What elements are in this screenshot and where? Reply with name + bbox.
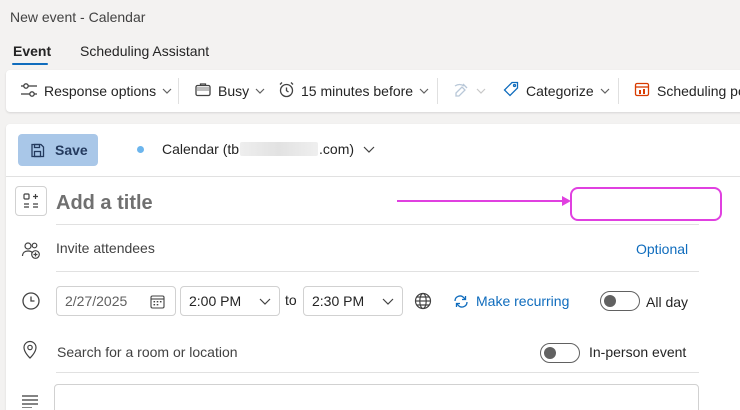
disabled-format-icon	[453, 81, 470, 101]
calendar-icon	[150, 294, 165, 309]
calendar-color-dot	[137, 146, 144, 153]
chevron-down-icon	[255, 88, 265, 94]
annotation-arrow-shaft	[397, 200, 565, 202]
categorize-label: Categorize	[526, 83, 594, 99]
tag-icon	[503, 81, 520, 101]
chevron-down-icon	[259, 298, 271, 305]
title-bar: New event - Calendar	[0, 0, 740, 34]
response-options-label: Response options	[44, 83, 157, 99]
tab-event[interactable]: Event	[13, 43, 51, 59]
calendar-name-suffix: .com)	[319, 141, 355, 157]
briefcase-icon	[195, 82, 211, 100]
make-recurring-label: Make recurring	[476, 293, 570, 309]
start-date-value: 2/27/2025	[65, 293, 128, 309]
response-options-button[interactable]: Response options	[20, 70, 172, 112]
location-underline	[56, 372, 699, 373]
repeat-icon	[454, 294, 468, 308]
to-separator-label: to	[285, 292, 297, 308]
make-recurring-button[interactable]: Make recurring	[453, 293, 569, 309]
dictate-button-disabled[interactable]	[453, 70, 486, 112]
toolbar-divider	[178, 78, 179, 104]
tab-active-indicator	[12, 63, 48, 65]
in-person-event-label: In-person event	[589, 344, 687, 360]
event-title-input[interactable]	[56, 190, 556, 216]
end-time-value: 2:30 PM	[312, 293, 365, 309]
ribbon-toolbar: Response options Busy 15 minutes before …	[6, 70, 740, 112]
globe-timezone-icon[interactable]	[414, 292, 432, 315]
text-lines-icon	[21, 394, 39, 410]
reminder-dropdown[interactable]: 15 minutes before	[278, 70, 429, 112]
attendees-underline	[56, 271, 699, 272]
location-pin-icon	[21, 340, 39, 365]
scheduling-poll-button[interactable]: Scheduling po	[634, 70, 740, 112]
scheduling-poll-icon	[634, 81, 651, 101]
annotation-highlight-box	[570, 187, 722, 221]
event-form-panel	[6, 124, 740, 410]
chevron-down-icon	[363, 146, 375, 153]
all-day-toggle[interactable]	[600, 291, 640, 311]
all-day-label: All day	[646, 294, 689, 310]
scheduling-poll-label: Scheduling po	[657, 83, 740, 99]
redacted-email	[240, 142, 319, 156]
optional-attendees-link[interactable]: Optional	[636, 241, 688, 257]
clock-icon	[21, 291, 41, 316]
reminder-label: 15 minutes before	[301, 83, 414, 99]
end-time-dropdown[interactable]: 2:30 PM	[303, 286, 403, 316]
invite-attendees-input[interactable]: Invite attendees	[56, 240, 155, 256]
save-button-label: Save	[55, 142, 88, 158]
chevron-down-icon	[382, 298, 394, 305]
chevron-down-icon	[600, 88, 610, 94]
toolbar-divider	[618, 78, 619, 104]
event-type-icon	[23, 193, 38, 208]
chevron-down-icon	[162, 88, 172, 94]
header-divider	[6, 176, 740, 177]
start-time-dropdown[interactable]: 2:00 PM	[180, 286, 280, 316]
save-disk-icon	[31, 143, 45, 157]
location-search-input[interactable]: Search for a room or location	[57, 344, 238, 360]
show-as-dropdown[interactable]: Busy	[195, 70, 265, 112]
toolbar-divider	[437, 78, 438, 104]
save-button[interactable]: Save	[18, 134, 98, 166]
event-body-editor[interactable]	[54, 384, 699, 410]
window-title: New event - Calendar	[10, 9, 146, 25]
start-time-value: 2:00 PM	[189, 293, 242, 309]
event-type-button[interactable]	[15, 186, 47, 216]
response-options-icon	[20, 82, 38, 101]
categorize-dropdown[interactable]: Categorize	[503, 70, 610, 112]
chevron-down-icon	[476, 88, 486, 94]
start-date-picker[interactable]: 2/27/2025	[56, 286, 176, 316]
title-underline	[56, 224, 699, 225]
chevron-down-icon	[419, 88, 429, 94]
calendar-name-prefix: Calendar (tb	[162, 141, 240, 157]
people-add-icon	[21, 240, 41, 265]
alarm-clock-icon	[278, 81, 295, 101]
in-person-event-toggle[interactable]	[540, 343, 580, 363]
tab-bar: Event Scheduling Assistant	[0, 34, 740, 68]
calendar-selector[interactable]: Calendar (tb .com)	[162, 141, 375, 157]
tab-scheduling-assistant[interactable]: Scheduling Assistant	[80, 43, 209, 59]
show-as-label: Busy	[218, 83, 250, 99]
